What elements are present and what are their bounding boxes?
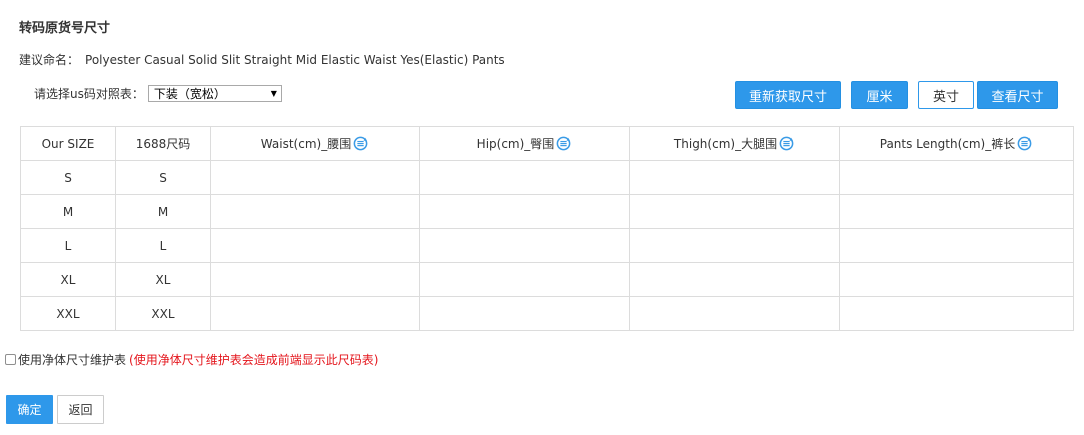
refetch-size-button[interactable]: 重新获取尺寸 [735, 81, 841, 109]
net-size-warning: (使用净体尺寸维护表会造成前端显示此尺码表) [129, 352, 379, 367]
header-thigh: Thigh(cm)_大腿围 [629, 126, 840, 161]
cell-1688-size: XL [115, 262, 211, 297]
cell-our-size: M [20, 194, 116, 229]
sync-icon[interactable] [1016, 135, 1033, 152]
cell-hip-input[interactable] [419, 262, 630, 297]
cell-hip-input[interactable] [419, 160, 630, 195]
header-hip: Hip(cm)_臀围 [419, 126, 630, 161]
sync-icon[interactable] [555, 135, 572, 152]
size-conversion-panel: 转码原货号尺寸 建议命名： Polyester Casual Solid Slit… [0, 0, 1084, 435]
cell-1688-size: S [115, 160, 211, 195]
centimeter-button[interactable]: 厘米 [851, 81, 908, 109]
net-size-option: 使用净体尺寸维护表 (使用净体尺寸维护表会造成前端显示此尺码表) [5, 351, 378, 367]
cell-hip-input[interactable] [419, 228, 630, 263]
cell-waist-input[interactable] [210, 194, 420, 229]
sync-icon[interactable] [778, 135, 795, 152]
dropdown-arrow-icon: ▼ [270, 88, 277, 98]
cell-our-size: S [20, 160, 116, 195]
cell-thigh-input[interactable] [629, 296, 840, 331]
suggested-name-value: Polyester Casual Solid Slit Straight Mid… [85, 53, 505, 67]
cell-1688-size: M [115, 194, 211, 229]
cell-waist-input[interactable] [210, 160, 420, 195]
cell-thigh-input[interactable] [629, 228, 840, 263]
back-button[interactable]: 返回 [57, 395, 104, 424]
header-hip-label: Hip(cm)_臀围 [476, 137, 555, 151]
cell-pants-length-input[interactable] [839, 194, 1074, 229]
cell-pants-length-input[interactable] [839, 228, 1074, 263]
cell-our-size: XL [20, 262, 116, 297]
cell-pants-length-input[interactable] [839, 160, 1074, 195]
header-pants-length-label: Pants Length(cm)_裤长 [879, 137, 1016, 151]
cell-our-size: XXL [20, 296, 116, 331]
net-size-label: 使用净体尺寸维护表 [18, 352, 127, 367]
size-chart-select-value: 下装（宽松） [153, 86, 226, 101]
cell-pants-length-input[interactable] [839, 296, 1074, 331]
cell-thigh-input[interactable] [629, 194, 840, 229]
table-row: XL XL [20, 262, 1074, 297]
inch-button[interactable]: 英寸 [918, 81, 974, 109]
cell-thigh-input[interactable] [629, 262, 840, 297]
table-row: XXL XXL [20, 296, 1074, 331]
header-waist: Waist(cm)_腰围 [210, 126, 420, 161]
header-waist-label: Waist(cm)_腰围 [260, 137, 352, 151]
cell-1688-size: L [115, 228, 211, 263]
confirm-button[interactable]: 确定 [6, 395, 53, 424]
header-pants-length: Pants Length(cm)_裤长 [839, 126, 1074, 161]
cell-waist-input[interactable] [210, 296, 420, 331]
cell-thigh-input[interactable] [629, 160, 840, 195]
size-chart-select[interactable]: 下装（宽松） ▼ [147, 84, 282, 102]
table-header-row: Our SIZE 1688尺码 Waist(cm)_腰围 Hip(cm)_臀围 … [20, 126, 1074, 161]
view-size-button[interactable]: 查看尺寸 [977, 81, 1058, 109]
size-chart-select-label: 请选择us码对照表： [34, 86, 144, 101]
suggested-name-label: 建议命名： [19, 53, 80, 67]
table-row: L L [20, 228, 1074, 263]
header-our-size: Our SIZE [20, 126, 116, 161]
cell-our-size: L [20, 228, 116, 263]
net-size-checkbox[interactable] [5, 353, 16, 365]
size-table: Our SIZE 1688尺码 Waist(cm)_腰围 Hip(cm)_臀围 … [20, 126, 1074, 331]
header-thigh-label: Thigh(cm)_大腿围 [673, 137, 778, 151]
cell-hip-input[interactable] [419, 296, 630, 331]
suggested-name: 建议命名： Polyester Casual Solid Slit Straigh… [19, 51, 505, 68]
table-row: S S [20, 160, 1074, 195]
page-title: 转码原货号尺寸 [19, 21, 111, 36]
cell-pants-length-input[interactable] [839, 262, 1074, 297]
size-chart-select-row: 请选择us码对照表： 下装（宽松） ▼ [34, 84, 282, 102]
header-1688-size: 1688尺码 [115, 126, 211, 161]
cell-hip-input[interactable] [419, 194, 630, 229]
cell-1688-size: XXL [115, 296, 211, 331]
cell-waist-input[interactable] [210, 228, 420, 263]
table-row: M M [20, 194, 1074, 229]
cell-waist-input[interactable] [210, 262, 420, 297]
sync-icon[interactable] [352, 135, 369, 152]
